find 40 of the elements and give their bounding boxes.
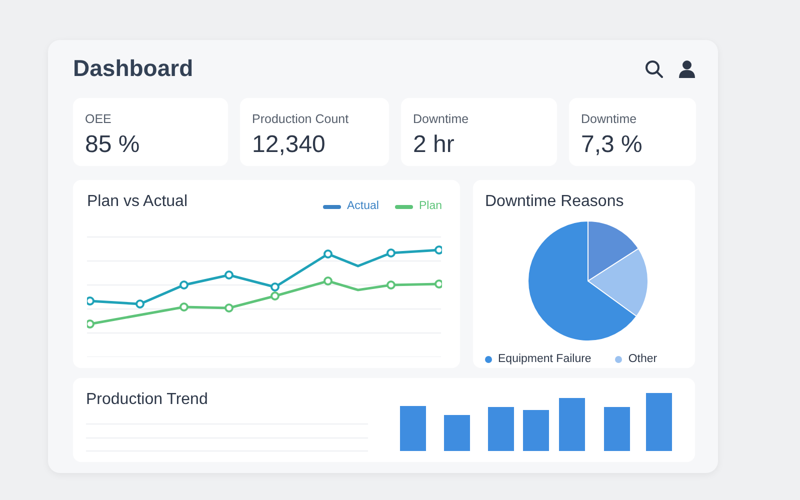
search-icon[interactable] bbox=[645, 60, 663, 78]
chart-bar bbox=[444, 415, 470, 451]
chart-point bbox=[434, 246, 442, 255]
chart-bar bbox=[604, 407, 630, 451]
panel-title: Downtime Reasons bbox=[485, 192, 625, 212]
chart-point bbox=[136, 300, 144, 309]
chart-point bbox=[434, 280, 442, 289]
kpi-value: 2 hr bbox=[413, 130, 456, 160]
chart-point bbox=[224, 304, 234, 313]
kpi-value: 12,340 bbox=[252, 130, 326, 160]
kpi-label: Downtime bbox=[581, 111, 638, 128]
chart-point bbox=[180, 302, 188, 312]
chart-bar bbox=[488, 407, 514, 451]
legend-label: Actual bbox=[347, 199, 379, 214]
kpi-value: 7,3 % bbox=[581, 130, 644, 160]
legend-label: Equipment Failure bbox=[498, 352, 592, 367]
legend-label: Other bbox=[628, 352, 658, 367]
chart-bar bbox=[646, 393, 672, 451]
panel-title: Plan vs Actual bbox=[87, 192, 188, 212]
chart-point bbox=[324, 250, 332, 259]
chart-point bbox=[180, 280, 188, 290]
chart-point bbox=[386, 248, 396, 258]
chart-point bbox=[386, 280, 396, 290]
chart-point bbox=[270, 282, 280, 292]
chart-bar bbox=[559, 398, 585, 451]
kpi-label: Production Count bbox=[252, 111, 350, 128]
kpi-label: Downtime bbox=[413, 111, 470, 128]
chart-point bbox=[87, 296, 94, 306]
chart-point bbox=[324, 276, 332, 286]
kpi-value: 85 % bbox=[85, 130, 141, 160]
chart-point bbox=[87, 320, 94, 329]
chart-point bbox=[270, 292, 280, 301]
kpi-label: OEE bbox=[85, 111, 112, 128]
chart-point bbox=[224, 270, 234, 280]
chart-bar bbox=[523, 410, 549, 451]
page-title: Dashboard bbox=[73, 55, 194, 83]
chart-bar bbox=[400, 406, 426, 451]
user-icon[interactable] bbox=[679, 60, 695, 78]
legend-label: Plan bbox=[418, 199, 442, 214]
panel-title: Production Trend bbox=[86, 391, 208, 408]
